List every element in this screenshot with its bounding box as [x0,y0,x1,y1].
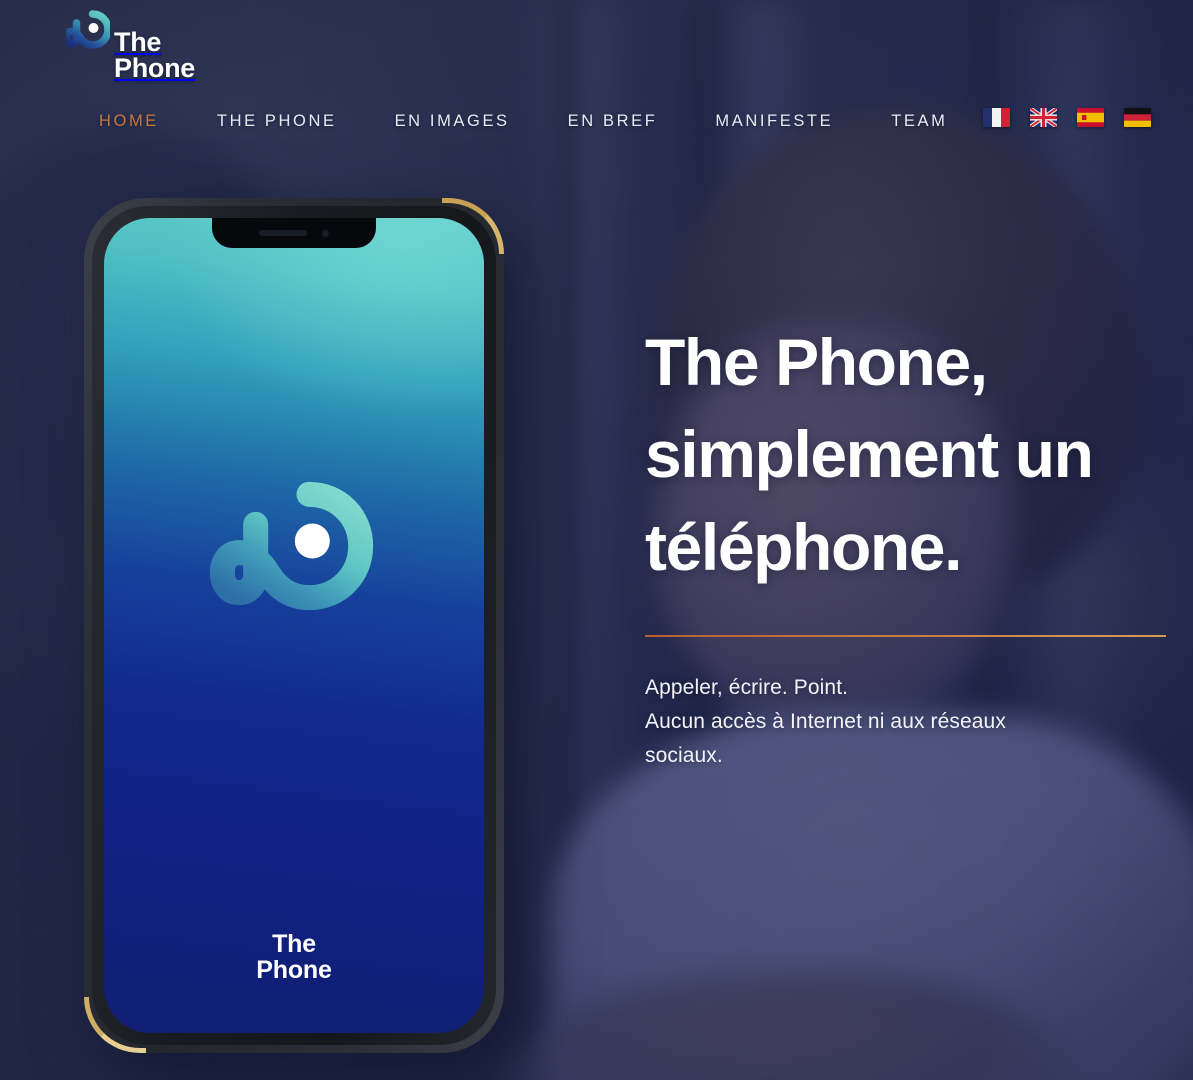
nav-item-manifeste[interactable]: MANIFESTE [715,112,833,131]
flag-spain-icon[interactable] [1077,108,1104,127]
hero-headline-line3: téléphone. [645,509,962,584]
speaker-grille-icon [258,230,307,236]
hero-subcopy-line1: Appeler, écrire. Point. [645,676,849,700]
front-camera-icon [320,228,330,238]
hero-subcopy-line3: sociaux. [645,744,723,768]
screen-wordmark-line1: The [272,930,316,958]
the-phone-infinity-p-logo-icon-screen [209,481,374,610]
hero-copy-block: The Phone, simplement un téléphone. Appe… [645,316,1167,773]
the-phone-infinity-p-logo-icon [66,10,110,49]
hero-section: The Phone HOME THE PHONE EN IMAGES EN BR… [0,0,1193,1080]
nav-item-en-bref[interactable]: EN BREF [568,112,658,131]
brand-wordmark: The Phone [114,10,195,81]
flag-france-icon[interactable] [983,108,1010,127]
flag-united-kingdom-icon[interactable] [1030,108,1057,127]
brand-logo-link[interactable]: The Phone [66,10,195,82]
hero-headline-line2: simplement un [645,417,1094,492]
nav-item-the-phone[interactable]: THE PHONE [217,112,337,131]
hero-headline: The Phone, simplement un téléphone. [645,316,1167,593]
brand-wordmark-line1: The [114,27,162,57]
screen-wordmark-line2: Phone [256,955,332,984]
primary-navigation: HOME THE PHONE EN IMAGES EN BREF MANIFES… [99,108,1005,134]
hero-divider [645,635,1166,638]
nav-item-home[interactable]: HOME [99,112,159,131]
site-header: The Phone HOME THE PHONE EN IMAGES EN BR… [0,0,1193,150]
phone-screen: The Phone [104,218,484,1033]
flag-germany-icon[interactable] [1124,108,1151,127]
brand-wordmark-line2: Phone [114,53,196,84]
hero-subcopy-line2: Aucun accès à Internet ni aux réseaux [645,710,1006,734]
phone-notch [212,218,376,248]
language-switcher [983,108,1151,127]
nav-item-team[interactable]: TEAM [891,112,947,131]
phone-body: The Phone [92,206,496,1045]
hero-subcopy: Appeler, écrire. Point. Aucun accès à In… [645,671,1105,773]
phone-product-mockup: The Phone [84,198,504,1053]
nav-item-en-images[interactable]: EN IMAGES [395,112,510,131]
phone-bumper-case: The Phone [84,198,504,1053]
hero-headline-line1: The Phone, [645,325,988,399]
phone-screen-wordmark: The Phone [256,930,332,984]
